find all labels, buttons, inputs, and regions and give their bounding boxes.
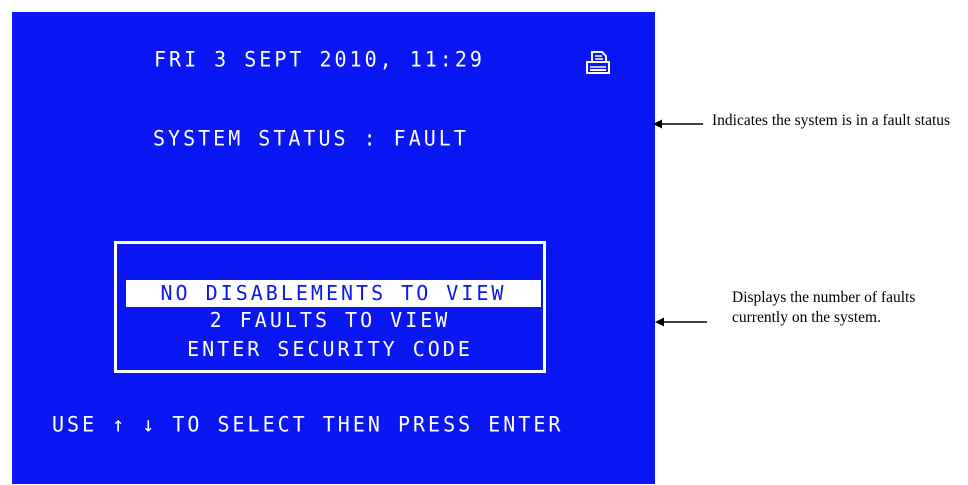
menu-item-faults[interactable]: 2 FAULTS TO VIEW xyxy=(117,308,543,332)
annotation-arrow-icon xyxy=(653,119,703,129)
annotation-arrow-icon xyxy=(655,317,707,327)
datetime-display: FRI 3 SEPT 2010, 11:29 xyxy=(154,46,485,72)
menu-item-disablements[interactable]: NO DISABLEMENTS TO VIEW xyxy=(126,280,541,307)
panel-display: FRI 3 SEPT 2010, 11:29 SYSTEM STATUS : F… xyxy=(12,12,655,484)
annotation-fault-count: Displays the number of faults currently … xyxy=(732,289,916,326)
menu-list: NO DISABLEMENTS TO VIEW 2 FAULTS TO VIEW… xyxy=(114,241,546,373)
navigation-hint: USE ↑ ↓ TO SELECT THEN PRESS ENTER xyxy=(52,411,564,437)
system-status: SYSTEM STATUS : FAULT xyxy=(153,125,469,151)
annotation-fault-status: Indicates the system is in a fault statu… xyxy=(712,112,951,129)
menu-item-security-code[interactable]: ENTER SECURITY CODE xyxy=(117,337,543,361)
printer-icon[interactable] xyxy=(585,50,611,76)
